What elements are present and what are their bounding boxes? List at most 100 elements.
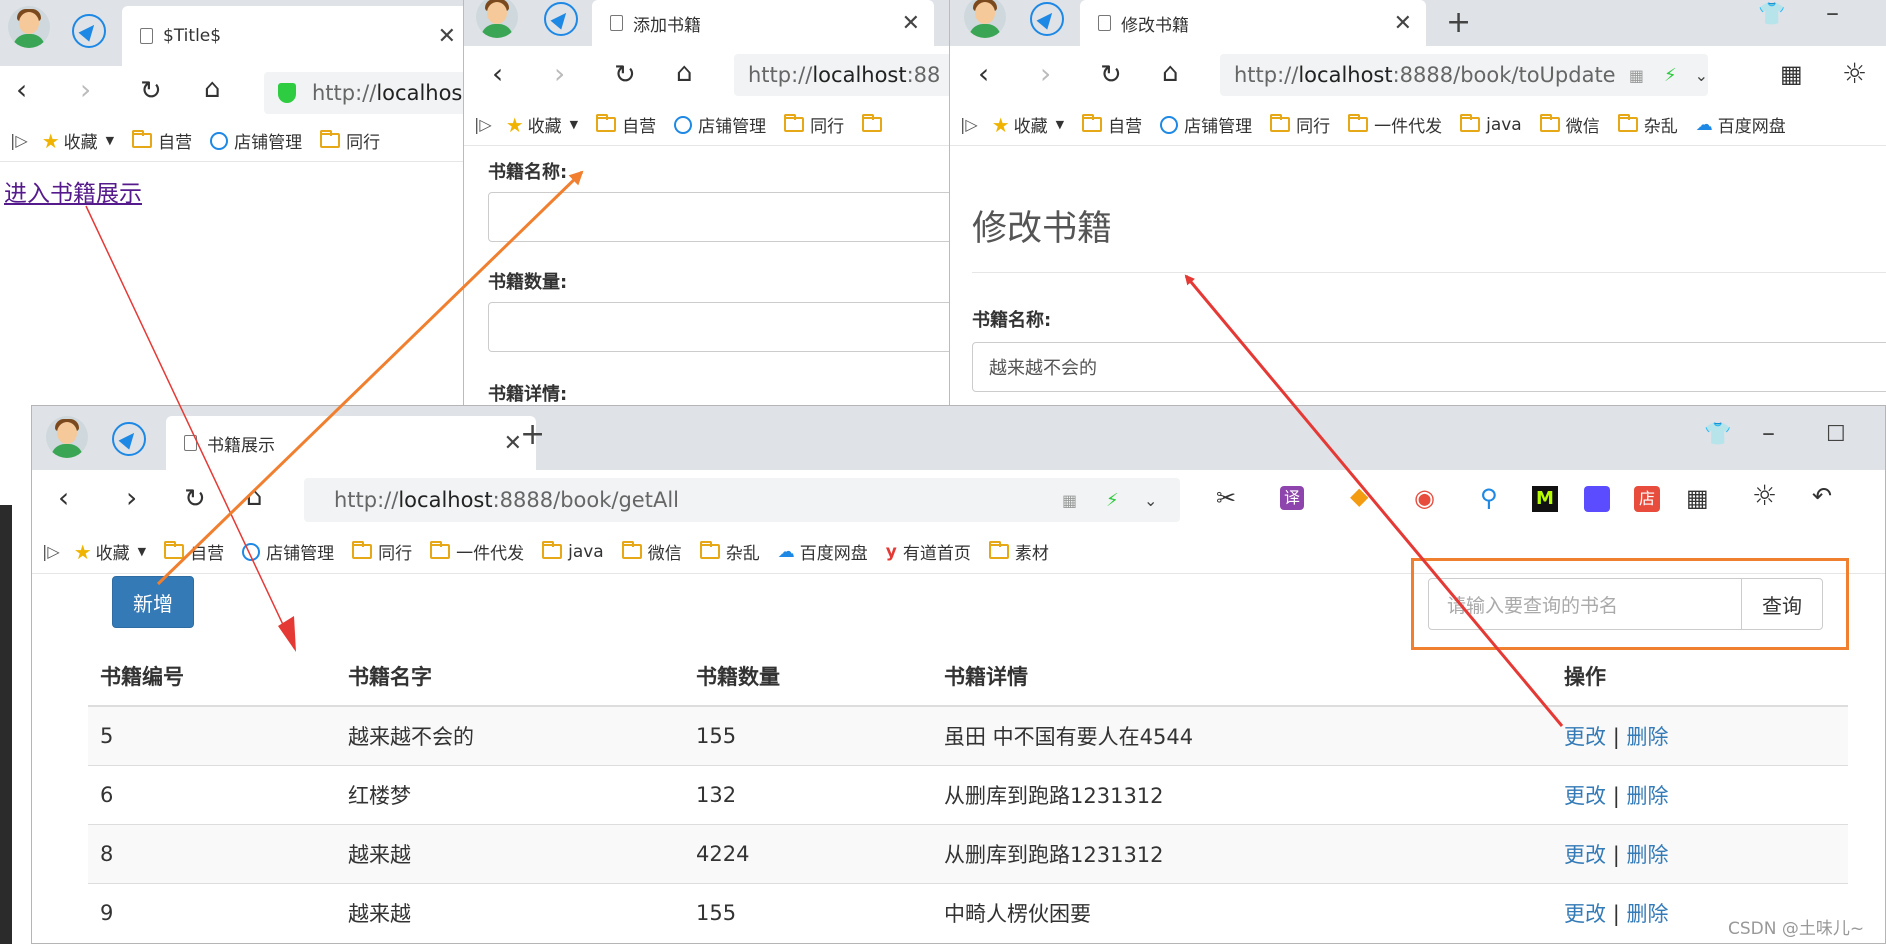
bookmark-item[interactable]: 微信 [1539, 112, 1600, 137]
user-avatar-icon[interactable] [46, 416, 88, 458]
address-bar[interactable]: http://localhost:8888/book/getAll ▦ ⚡ ⌄ [304, 478, 1180, 522]
home-icon[interactable]: ⌂ [204, 76, 221, 102]
back-icon[interactable]: ‹ [492, 60, 503, 88]
book-name-input[interactable] [488, 192, 952, 242]
speed-icon[interactable]: ⚡ [1664, 65, 1677, 86]
bookmark-item[interactable]: java [542, 541, 604, 562]
address-bar[interactable]: http://localhost:8888/book/toUpdate ▦ ⚡ … [1220, 54, 1708, 96]
reload-icon[interactable]: ↻ [184, 486, 206, 512]
brightness-icon[interactable]: ☼ [1752, 482, 1777, 510]
browser-logo-icon[interactable] [544, 2, 578, 36]
forward-icon[interactable]: › [126, 484, 137, 512]
new-tab-icon[interactable]: + [1446, 8, 1471, 38]
bookmark-item[interactable]: 杂乱 [1617, 112, 1678, 137]
home-icon[interactable]: ⌂ [676, 60, 693, 86]
apps-grid-icon[interactable]: ▦ [1686, 486, 1709, 510]
bookmark-item[interactable]: 素材 [988, 539, 1049, 564]
reload-icon[interactable]: ↻ [614, 62, 636, 88]
bookmark-item[interactable]: 一件代发 [1348, 112, 1442, 137]
delete-link[interactable]: 删除 [1626, 725, 1668, 749]
delete-link[interactable]: 删除 [1626, 902, 1668, 926]
bookmark-favorites[interactable]: ★ 收藏 ▼ [42, 128, 114, 154]
browser-logo-icon[interactable] [72, 14, 106, 48]
bookmark-item[interactable]: 自营 [164, 539, 224, 564]
m-icon[interactable]: M [1532, 486, 1558, 512]
user-avatar-icon[interactable] [964, 0, 1006, 38]
close-tab-icon[interactable]: ✕ [1394, 11, 1412, 36]
chevron-down-icon[interactable]: ⌄ [1695, 66, 1708, 85]
bookmark-item[interactable]: 同行 [352, 539, 412, 564]
forward-icon[interactable]: › [554, 60, 565, 88]
bookmark-item[interactable]: 自营 [596, 112, 656, 137]
delete-link[interactable]: 删除 [1626, 784, 1668, 808]
bookmark-item[interactable]: 一件代发 [430, 539, 524, 564]
back-icon[interactable]: ‹ [58, 484, 69, 512]
coupon-icon[interactable]: ◆ [1350, 484, 1368, 508]
bookmark-favorites[interactable]: ★ 收藏 ▼ [506, 112, 578, 138]
delete-link[interactable]: 删除 [1626, 843, 1668, 867]
shop-red-icon[interactable]: 店 [1634, 486, 1660, 512]
new-tab-icon[interactable]: + [520, 420, 545, 450]
close-tab-icon[interactable]: ✕ [438, 24, 456, 49]
bookmark-item[interactable]: 店铺管理 [242, 539, 334, 564]
address-bar[interactable]: http://localhos [264, 72, 469, 114]
reload-icon[interactable]: ↻ [140, 78, 162, 104]
bookmark-favorites[interactable]: ★ 收藏 ▼ [74, 539, 146, 565]
undo-icon[interactable]: ↶ [1812, 484, 1832, 508]
edit-link[interactable]: 更改 [1564, 784, 1606, 808]
back-icon[interactable]: ‹ [16, 76, 27, 104]
qr-icon[interactable]: ▦ [1629, 66, 1644, 85]
browser-logo-icon[interactable] [112, 422, 146, 456]
sidebar-toggle-icon[interactable]: |▷ [474, 115, 492, 134]
maximize-icon[interactable]: ☐ [1826, 424, 1846, 446]
speed-icon[interactable]: ⚡ [1106, 490, 1119, 511]
screenshot-icon[interactable] [1584, 486, 1610, 512]
bookmark-item[interactable]: 店铺管理 [210, 128, 302, 153]
book-name-input[interactable]: 越来越不会的 [972, 342, 1886, 392]
bookmark-item[interactable]: 同行 [784, 112, 844, 137]
bookmark-item[interactable]: 微信 [621, 539, 682, 564]
bookmark-item[interactable]: y 有道首页 [886, 539, 971, 565]
tab-add-book[interactable]: 添加书籍 ✕ [592, 0, 934, 46]
bookmark-favorites[interactable]: ★ 收藏 ▼ [992, 112, 1064, 138]
bookmark-item[interactable]: ☁ 百度网盘 [1696, 112, 1786, 138]
user-avatar-icon[interactable] [476, 0, 518, 38]
tab-update-book[interactable]: 修改书籍 ✕ [1080, 0, 1426, 46]
apps-grid-icon[interactable]: ▦ [1780, 62, 1803, 86]
search-icon[interactable]: ⚲ [1480, 486, 1498, 510]
edit-link[interactable]: 更改 [1564, 902, 1606, 926]
scissors-icon[interactable]: ✂ [1216, 486, 1236, 510]
bookmark-item[interactable]: 自营 [1082, 112, 1142, 137]
game-icon[interactable]: ◉ [1414, 486, 1435, 510]
tab-books[interactable]: 书籍展示 ✕ [166, 416, 536, 470]
browser-logo-icon[interactable] [1030, 2, 1064, 36]
forward-icon[interactable]: › [1040, 60, 1051, 88]
forward-icon[interactable]: › [80, 76, 91, 104]
brightness-icon[interactable]: ☼ [1842, 60, 1867, 88]
bookmark-item[interactable]: 同行 [1270, 112, 1330, 137]
bookmark-item[interactable]: 店铺管理 [674, 112, 766, 137]
qr-icon[interactable]: ▦ [1062, 491, 1077, 510]
bookmark-item[interactable]: 店铺管理 [1160, 112, 1252, 137]
sidebar-toggle-icon[interactable]: |▷ [10, 131, 28, 150]
bookmark-item[interactable]: 自营 [132, 128, 192, 153]
close-tab-icon[interactable]: ✕ [902, 11, 920, 36]
bookmark-item[interactable]: 杂乱 [699, 539, 760, 564]
book-count-input[interactable] [488, 302, 952, 352]
back-icon[interactable]: ‹ [978, 60, 989, 88]
skin-icon[interactable]: 👕 [1758, 4, 1785, 26]
home-icon[interactable]: ⌂ [1162, 60, 1179, 86]
sidebar-toggle-icon[interactable]: |▷ [42, 542, 60, 561]
bookmark-item[interactable]: 同行 [320, 128, 380, 153]
enter-books-link[interactable]: 进入书籍展示 [4, 174, 142, 208]
tab-title[interactable]: $Title$ ✕ [122, 6, 469, 66]
edit-link[interactable]: 更改 [1564, 725, 1606, 749]
edit-link[interactable]: 更改 [1564, 843, 1606, 867]
home-icon[interactable]: ⌂ [246, 484, 263, 510]
bookmark-item[interactable]: java [1460, 114, 1522, 135]
bookmark-item[interactable]: ☁ 百度网盘 [778, 539, 868, 565]
address-bar[interactable]: http://localhost:88 [734, 54, 952, 96]
user-avatar-icon[interactable] [8, 6, 50, 48]
chevron-down-icon[interactable]: ⌄ [1144, 491, 1157, 510]
add-book-button[interactable]: 新增 [112, 576, 194, 628]
